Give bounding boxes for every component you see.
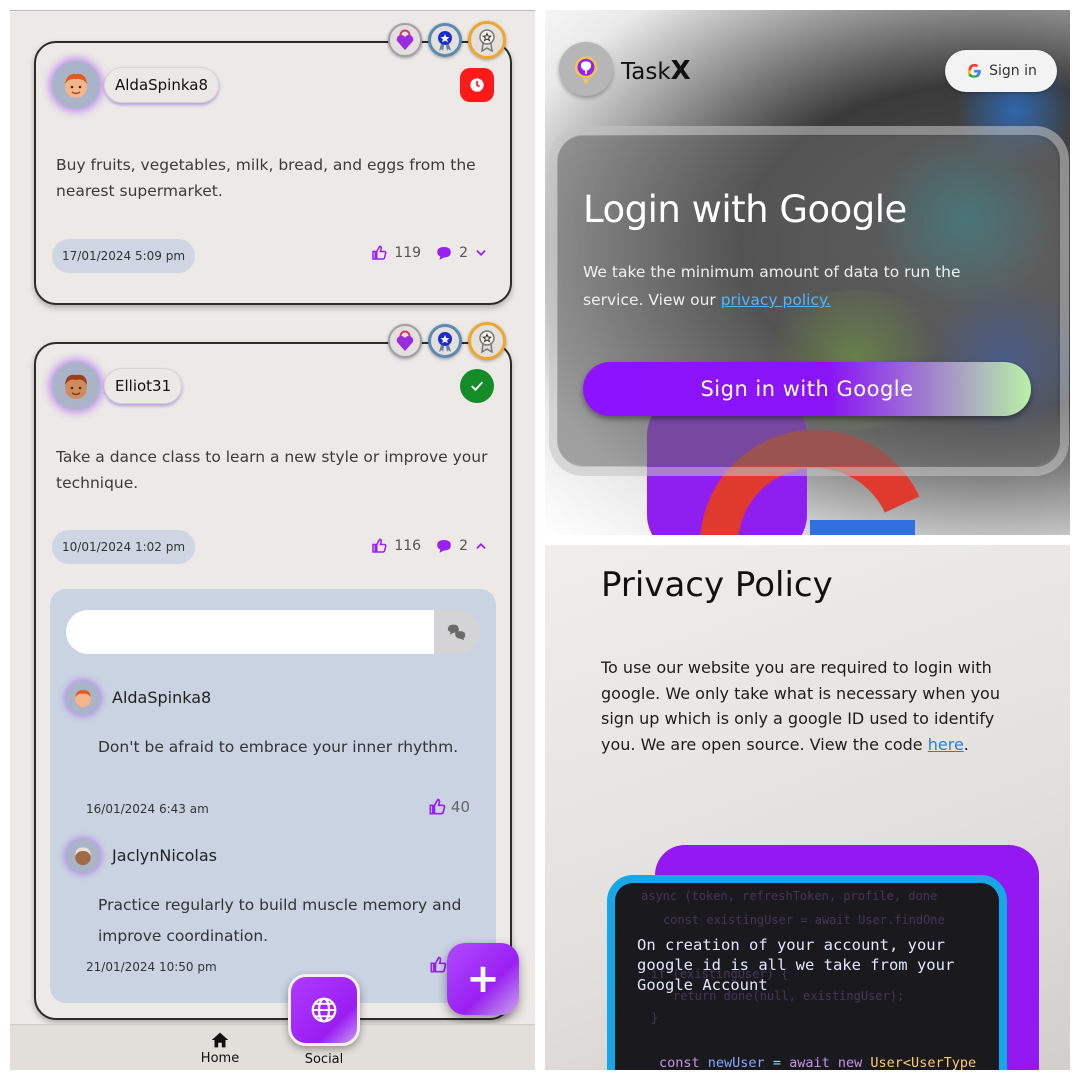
comment-avatar[interactable] bbox=[66, 839, 100, 873]
send-comment-button[interactable] bbox=[434, 610, 480, 654]
comment-count: 2 bbox=[459, 538, 468, 554]
post-card: AldaSpinka8 Buy fruits, vegetables, milk… bbox=[34, 21, 512, 305]
post-text: Buy fruits, vegetables, milk, bread, and… bbox=[56, 156, 476, 200]
comment-like[interactable] bbox=[428, 955, 448, 975]
google-g-icon bbox=[967, 63, 981, 78]
code-line: const newUser = await new User<UserType bbox=[659, 1055, 976, 1070]
chevron-up-icon[interactable] bbox=[474, 539, 488, 553]
code-keyword: const bbox=[659, 1055, 700, 1070]
header-signin-label: Sign in bbox=[989, 63, 1037, 79]
code-preview-card: async (token, refreshToken, profile, don… bbox=[607, 875, 1007, 1070]
source-code-link[interactable]: here bbox=[928, 735, 964, 754]
comments-panel: AldaSpinka8 Don't be afraid to embrace y… bbox=[50, 589, 496, 1003]
heart-lock-badge-icon[interactable] bbox=[388, 23, 422, 57]
login-title: Login with Google bbox=[583, 188, 907, 231]
clock-icon[interactable] bbox=[460, 68, 494, 102]
nav-social[interactable] bbox=[288, 974, 360, 1046]
thumbs-up-icon[interactable] bbox=[370, 244, 388, 262]
thumbs-up-icon[interactable] bbox=[428, 955, 448, 975]
post-date: 10/01/2024 1:02 pm bbox=[52, 530, 196, 564]
page-title: Privacy Policy bbox=[601, 565, 833, 605]
add-post-button[interactable]: + bbox=[447, 943, 519, 1015]
code-bg-line: async (token, refreshToken, profile, don… bbox=[641, 889, 938, 903]
blue-ribbon-badge-icon[interactable] bbox=[428, 324, 462, 358]
thumbs-up-icon[interactable] bbox=[427, 797, 447, 817]
comment-text: Practice regularly to build muscle memor… bbox=[98, 896, 462, 945]
comment-count: 2 bbox=[459, 245, 468, 261]
gold-award-badge-icon[interactable] bbox=[468, 21, 506, 59]
home-icon bbox=[211, 1032, 229, 1048]
code-bg-line: const existingUser = await User.findOne bbox=[663, 913, 945, 927]
nav-social-label-wrap[interactable]: Social bbox=[289, 1052, 359, 1067]
code-keyword: new bbox=[837, 1055, 863, 1070]
post-stats: 116 2 bbox=[370, 537, 488, 555]
taskx-logo-icon[interactable] bbox=[559, 42, 613, 96]
comment-like[interactable]: 40 bbox=[427, 797, 470, 817]
brand-name-suffix: X bbox=[670, 56, 691, 86]
login-screen: TaskX Sign in Login with Google We take … bbox=[545, 10, 1070, 535]
header-signin-button[interactable]: Sign in bbox=[945, 50, 1057, 92]
comment-icon[interactable] bbox=[435, 244, 453, 262]
chat-bubbles-icon bbox=[447, 624, 466, 641]
comment-avatar[interactable] bbox=[66, 681, 100, 715]
comment-date: 16/01/2024 6:43 am bbox=[86, 802, 209, 816]
username[interactable]: AldaSpinka8 bbox=[104, 67, 220, 103]
code-keyword: await bbox=[789, 1055, 830, 1070]
comment-username[interactable]: JaclynNicolas bbox=[112, 846, 217, 865]
avatar[interactable] bbox=[52, 362, 100, 410]
post-card: Elliot31 Take a dance class to learn a n… bbox=[34, 322, 512, 1020]
comment-input[interactable] bbox=[66, 610, 436, 654]
post-stats: 119 2 bbox=[370, 244, 488, 262]
blue-ribbon-badge-icon[interactable] bbox=[428, 23, 462, 57]
brand-name-prefix: Task bbox=[621, 59, 671, 85]
privacy-screen: Privacy Policy To use our website you ar… bbox=[545, 545, 1070, 1070]
bottom-nav: Home Social bbox=[10, 1024, 535, 1070]
comment-text: Don't be afraid to embrace your inner rh… bbox=[98, 738, 459, 756]
chevron-down-icon[interactable] bbox=[474, 246, 488, 260]
post-text: Take a dance class to learn a new style … bbox=[56, 448, 488, 492]
heart-lock-badge-icon[interactable] bbox=[388, 324, 422, 358]
login-description: We take the minimum amount of data to ru… bbox=[583, 258, 1023, 314]
post-date: 17/01/2024 5:09 pm bbox=[52, 239, 196, 273]
comment-like-count: 40 bbox=[450, 798, 470, 816]
social-screen: AldaSpinka8 Buy fruits, vegetables, milk… bbox=[10, 10, 535, 1070]
achievement-badges bbox=[388, 322, 506, 360]
nav-home-label: Home bbox=[200, 1051, 240, 1066]
sign-in-button-label: Sign in with Google bbox=[700, 377, 914, 401]
comment-icon[interactable] bbox=[435, 537, 453, 555]
code-variable: newUser bbox=[707, 1055, 765, 1070]
sign-in-with-google-button[interactable]: Sign in with Google bbox=[583, 362, 1031, 416]
brand-name: TaskX bbox=[621, 56, 691, 86]
avatar[interactable] bbox=[52, 61, 100, 109]
check-icon[interactable] bbox=[460, 369, 494, 403]
comment-username[interactable]: AldaSpinka8 bbox=[112, 688, 211, 707]
username[interactable]: Elliot31 bbox=[104, 368, 183, 404]
bg-google-bar bbox=[810, 520, 915, 535]
plus-icon: + bbox=[466, 956, 500, 1002]
globe-icon bbox=[311, 997, 337, 1023]
code-bg-line: } bbox=[651, 1011, 659, 1025]
code-operator: = bbox=[772, 1055, 781, 1070]
privacy-text: To use our website you are required to l… bbox=[601, 655, 1021, 757]
code-caption: On creation of your account, your google… bbox=[637, 936, 955, 994]
privacy-end: . bbox=[963, 734, 969, 754]
code-class: User<UserType bbox=[870, 1055, 977, 1070]
privacy-policy-link[interactable]: privacy policy. bbox=[721, 291, 831, 309]
like-count: 119 bbox=[394, 245, 422, 261]
achievement-badges bbox=[388, 21, 506, 59]
like-count: 116 bbox=[394, 538, 422, 554]
thumbs-up-icon[interactable] bbox=[370, 537, 388, 555]
nav-social-label: Social bbox=[304, 1052, 344, 1067]
nav-home[interactable]: Home bbox=[185, 1029, 255, 1066]
comment-date: 21/01/2024 10:50 pm bbox=[86, 960, 217, 974]
gold-award-badge-icon[interactable] bbox=[468, 322, 506, 360]
